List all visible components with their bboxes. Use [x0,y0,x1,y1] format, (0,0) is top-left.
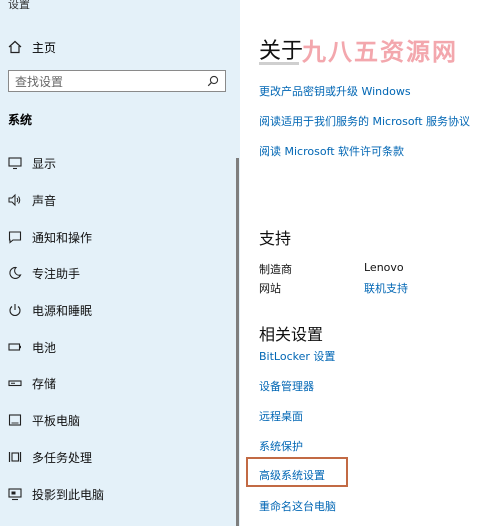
microsoft-services-agreement-link[interactable]: 阅读适用于我们服务的 Microsoft 服务协议 [259,113,470,129]
search-placeholder: 查找设置 [15,74,64,89]
display-icon [8,156,22,170]
multitask-icon [8,450,22,464]
sidebar-item-tablet[interactable]: 平板电脑 [8,410,80,430]
main-panel: 关于 九八五资源网 更改产品密钥或升级 Windows 阅读适用于我们服务的 M… [240,0,500,526]
sidebar-scrollbar[interactable] [236,158,239,526]
advanced-system-settings-link[interactable]: 高级系统设置 [259,467,325,483]
sidebar-item-display[interactable]: 显示 [8,153,56,173]
projection-icon [8,487,22,501]
home-icon [8,40,22,54]
bitlocker-settings-link[interactable]: BitLocker 设置 [259,348,335,364]
sidebar-item-multitasking[interactable]: 多任务处理 [8,447,92,467]
sidebar-item-label: 多任务处理 [32,450,93,465]
manufacturer-value: Lenovo [364,261,404,274]
sidebar-item-label: 专注助手 [32,266,81,281]
sidebar-item-label: 存储 [32,376,57,391]
sidebar-item-label: 声音 [32,193,57,208]
support-heading: 支持 [259,229,292,248]
website-label: 网站 [259,282,281,295]
sidebar-item-power-sleep[interactable]: 电源和睡眠 [8,300,92,320]
storage-icon [8,376,22,390]
remote-desktop-link[interactable]: 远程桌面 [259,408,303,424]
app-title: 设置 [8,0,30,11]
sidebar-item-focus-assist[interactable]: 专注助手 [8,263,80,283]
online-support-link[interactable]: 联机支持 [364,280,408,296]
speaker-icon [8,193,22,207]
related-settings-heading: 相关设置 [259,325,324,344]
sidebar-home[interactable]: 主页 [8,38,56,56]
watermark: 九八五资源网 [302,38,458,66]
sidebar: 设置 主页 查找设置 系统 显示 声音 通知和操作 专注助手 电源和睡眠 电池 … [0,0,240,526]
sidebar-item-project-to-pc[interactable]: 投影到此电脑 [8,484,104,504]
sidebar-item-sound[interactable]: 声音 [8,190,56,210]
page-title: 关于 [259,39,304,64]
notification-icon [8,230,22,244]
sidebar-item-label: 平板电脑 [32,413,81,428]
sidebar-item-storage[interactable]: 存储 [8,373,56,393]
sidebar-item-label: 显示 [32,156,57,171]
microsoft-license-terms-link[interactable]: 阅读 Microsoft 软件许可条款 [259,143,404,159]
device-manager-link[interactable]: 设备管理器 [259,378,314,394]
search-input[interactable]: 查找设置 [8,70,226,92]
sidebar-item-notifications[interactable]: 通知和操作 [8,227,92,247]
manufacturer-label: 制造商 [259,263,292,276]
section-label: 系统 [8,113,33,127]
sidebar-item-label: 电池 [32,340,57,355]
rename-pc-link[interactable]: 重命名这台电脑 [259,498,336,514]
moon-icon [8,266,22,280]
power-icon [8,303,22,317]
sidebar-item-battery[interactable]: 电池 [8,337,56,357]
sidebar-item-label: 投影到此电脑 [32,487,105,502]
battery-icon [8,340,22,354]
tablet-icon [8,413,22,427]
search-icon[interactable] [207,75,219,87]
home-label: 主页 [32,40,57,55]
sidebar-item-label: 通知和操作 [32,230,93,245]
title-underline [259,62,299,65]
system-protection-link[interactable]: 系统保护 [259,438,303,454]
sidebar-item-label: 电源和睡眠 [32,303,93,318]
change-product-key-link[interactable]: 更改产品密钥或升级 Windows [259,83,411,99]
